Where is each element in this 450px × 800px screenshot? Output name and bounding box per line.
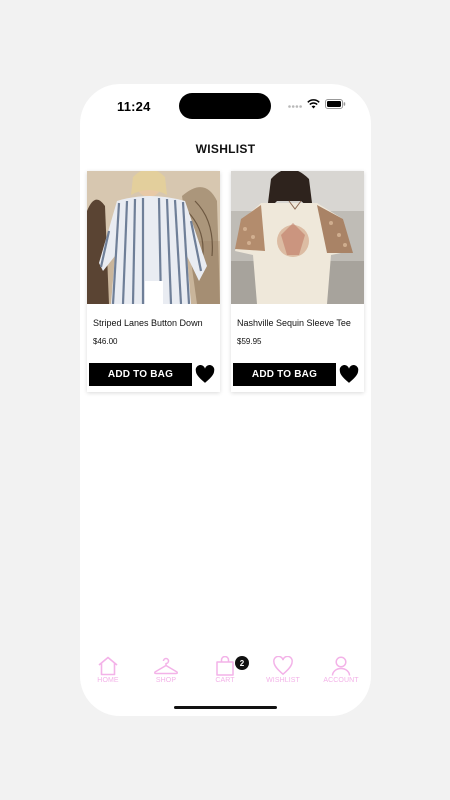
heart-icon[interactable] (339, 365, 359, 384)
dynamic-island (179, 93, 271, 119)
tab-label: HOME (97, 677, 119, 684)
product-name[interactable]: Striped Lanes Button Down (93, 318, 203, 328)
product-card[interactable]: Nashville Sequin Sleeve Tee $59.95 ADD T… (231, 171, 364, 392)
person-icon (331, 656, 351, 676)
product-image[interactable] (87, 171, 220, 304)
add-to-bag-button[interactable]: ADD TO BAG (89, 363, 192, 386)
tab-shop[interactable]: SHOP (142, 656, 190, 684)
status-icons (288, 99, 346, 109)
product-price: $46.00 (93, 337, 118, 346)
hanger-icon (153, 657, 179, 675)
tab-wishlist[interactable]: WISHLIST (259, 656, 307, 684)
page-title: WISHLIST (195, 142, 256, 156)
heart-outline-icon (273, 656, 293, 676)
cart-count-badge: 2 (235, 656, 249, 670)
home-indicator[interactable] (174, 706, 277, 709)
wifi-icon (307, 99, 320, 109)
battery-icon (325, 99, 346, 109)
house-icon (98, 656, 118, 676)
tab-label: SHOP (155, 677, 177, 684)
product-photo-sequin-tee (231, 171, 364, 304)
tab-label: CART (215, 677, 235, 684)
tab-account[interactable]: ACCOUNT (317, 656, 365, 684)
signal-icon (288, 104, 302, 108)
status-bar: 11:24 (80, 84, 371, 128)
phone-screen: 11:24 WISHLIST Striped Lanes Button Down… (80, 84, 371, 716)
tab-label: ACCOUNT (323, 677, 359, 684)
tab-home[interactable]: HOME (84, 656, 132, 684)
product-card[interactable]: Striped Lanes Button Down $46.00 ADD TO … (87, 171, 220, 392)
bag-icon (216, 656, 234, 676)
tab-label: WISHLIST (266, 677, 300, 684)
product-image[interactable] (231, 171, 364, 304)
product-name[interactable]: Nashville Sequin Sleeve Tee (237, 318, 351, 328)
status-time: 11:24 (117, 99, 151, 114)
tab-bar: HOME SHOP CART 2 WISHLIST ACCOUNT (80, 656, 371, 694)
add-to-bag-button[interactable]: ADD TO BAG (233, 363, 336, 386)
product-price: $59.95 (237, 337, 262, 346)
product-photo-striped-shirt (87, 171, 220, 304)
heart-icon[interactable] (195, 365, 215, 384)
